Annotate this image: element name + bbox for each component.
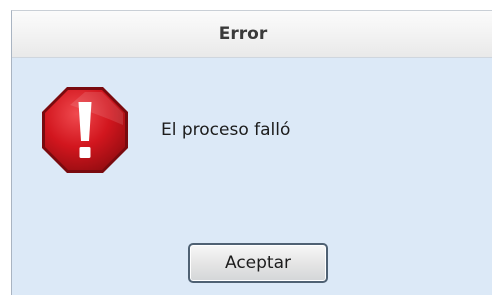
dialog-title: Error (218, 24, 268, 44)
error-stop-icon (40, 85, 130, 175)
dialog-titlebar: Error (12, 11, 492, 58)
error-dialog: Error El proceso falló Aceptar (11, 10, 492, 295)
accept-button[interactable]: Aceptar (188, 243, 328, 283)
error-message: El proceso falló (161, 120, 291, 140)
